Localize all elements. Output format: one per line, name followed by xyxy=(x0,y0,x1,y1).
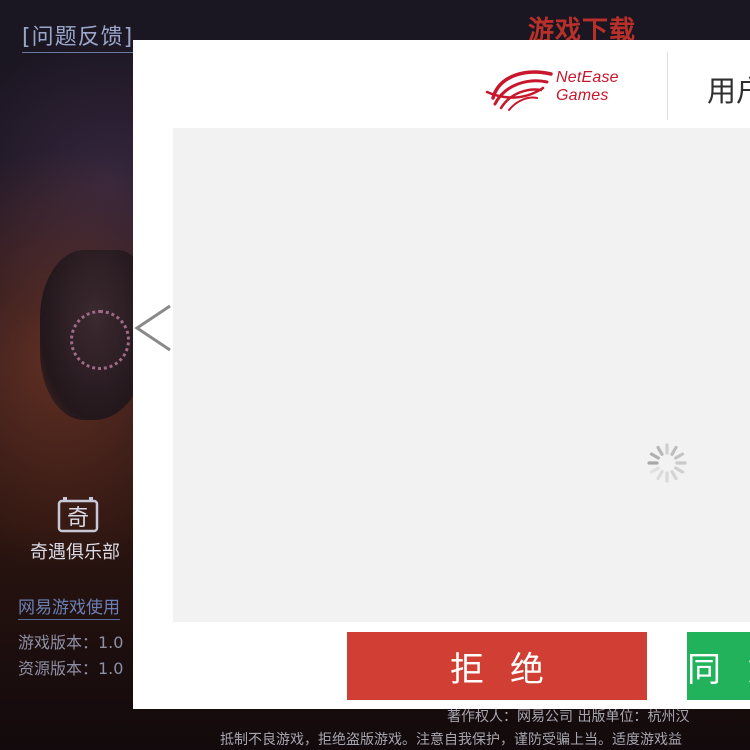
club-icon-char: 奇 xyxy=(67,506,89,531)
chevron-left-icon[interactable] xyxy=(133,303,173,353)
footer-notice: 抵制不良游戏，拒绝盗版游戏。注意自我保护，谨防受骗上当。适度游戏益 xyxy=(220,732,682,748)
agreement-content-area[interactable] xyxy=(173,128,750,622)
spinner-icon xyxy=(647,443,687,483)
usage-terms-link[interactable]: 网易游戏使用 xyxy=(18,597,120,620)
brand-name-line1: NetEase xyxy=(556,69,619,86)
character-collar-decoration xyxy=(70,310,130,370)
refuse-button[interactable]: 拒绝 xyxy=(347,632,647,700)
dialog-title: 用户 xyxy=(707,74,750,108)
user-agreement-dialog: NetEase Games 用户 拒绝 同意 xyxy=(133,40,750,709)
brand-name-line2: Games xyxy=(556,87,609,104)
feedback-link[interactable]: [问题反馈] xyxy=(22,24,134,53)
footer-copyright: 著作权人：网易公司 出版单位：杭州汉 xyxy=(447,709,690,725)
resource-version: 资源版本：1.0 xyxy=(18,659,124,678)
club-label[interactable]: 奇遇俱乐部 xyxy=(30,538,120,564)
brand-name: NetEase Games xyxy=(556,69,619,105)
header-divider xyxy=(667,52,668,120)
film-club-icon[interactable]: 奇 xyxy=(55,495,101,535)
game-version: 游戏版本：1.0 xyxy=(18,633,124,652)
agree-button[interactable]: 同意 xyxy=(687,632,750,700)
